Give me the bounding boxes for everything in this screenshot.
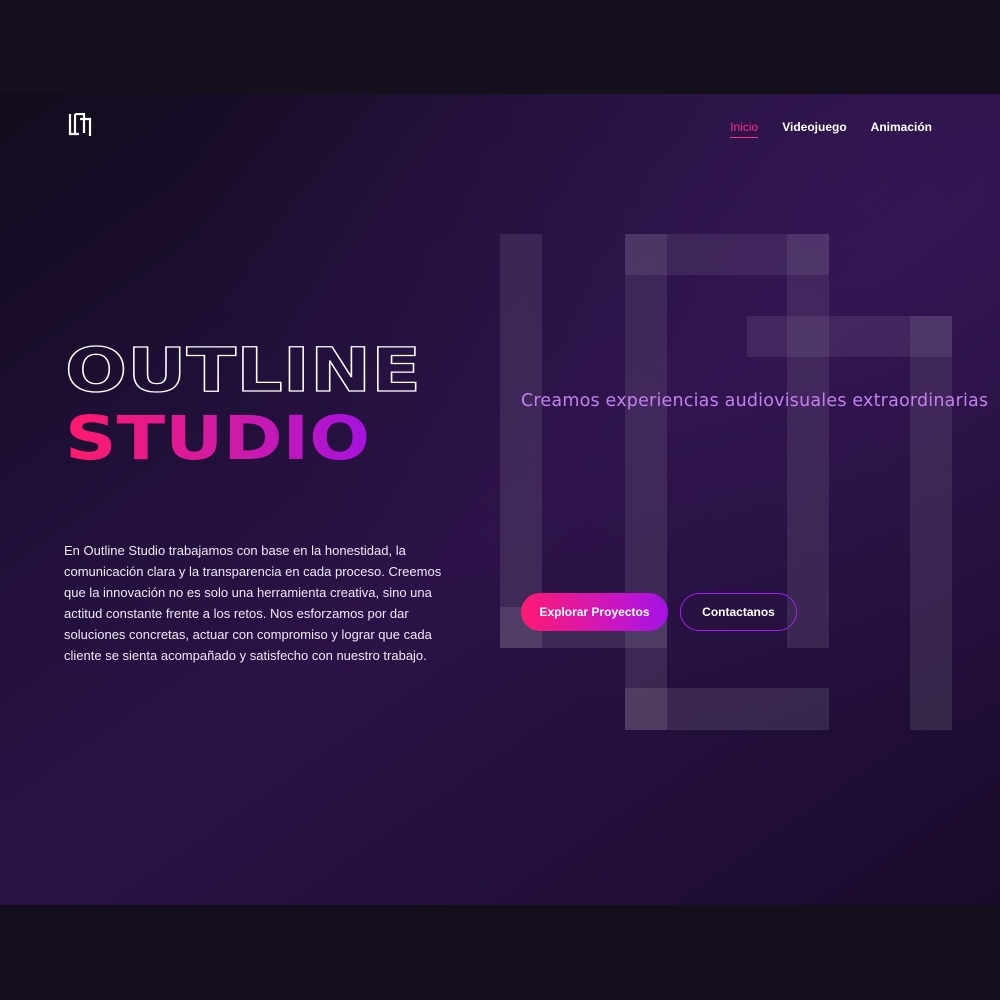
top-letterbox — [0, 0, 1000, 94]
title-studio-word: STUDIO — [65, 403, 370, 469]
title-outline-word: OUTLINE — [65, 339, 421, 406]
main-nav: Inicio Videojuego Animación — [730, 120, 932, 138]
hero-description: En Outline Studio trabajamos con base en… — [64, 543, 442, 663]
hero-section: Inicio Videojuego Animación OUTLINE STUD… — [0, 94, 1000, 905]
background-monogram-icon — [500, 234, 952, 730]
nav-item-videojuego[interactable]: Videojuego — [782, 120, 846, 138]
contact-button[interactable]: Contactanos — [680, 593, 797, 631]
brand-logo[interactable] — [68, 112, 92, 142]
nav-item-inicio[interactable]: Inicio — [730, 120, 759, 138]
nav-item-animacion[interactable]: Animación — [871, 120, 932, 138]
explore-projects-button[interactable]: Explorar Proyectos — [521, 593, 668, 631]
hero-title: OUTLINE STUDIO — [64, 334, 464, 474]
bottom-letterbox — [0, 905, 1000, 1000]
hero-tagline: Creamos experiencias audiovisuales extra… — [521, 391, 989, 411]
outline-studio-monogram-icon — [68, 112, 92, 136]
